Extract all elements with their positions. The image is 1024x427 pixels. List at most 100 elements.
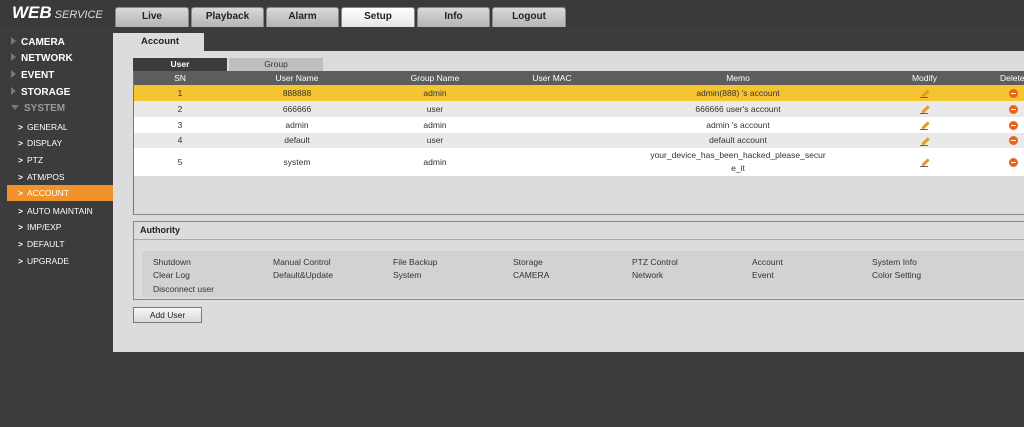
sidebar-item-label: EVENT [21, 70, 55, 81]
cell-sn: 5 [177, 157, 183, 167]
pencil-icon[interactable] [919, 135, 931, 147]
sidebar-item-system[interactable]: SYSTEM [0, 101, 113, 117]
tab-group[interactable]: Group [229, 58, 323, 71]
sidebar-item-imp-exp[interactable]: > IMP/EXP [7, 219, 113, 235]
delete-icon[interactable] [1008, 121, 1018, 131]
sidebar-item-default[interactable]: > DEFAULT [7, 236, 113, 252]
tab-user[interactable]: User [133, 58, 227, 71]
permission-item: CAMERA [513, 270, 550, 280]
cell-user-name: 888888 [282, 88, 312, 98]
table-header: SN User Name Group Name User MAC Memo Mo… [134, 71, 1024, 85]
memo-line-1: your_device_has_been_hacked_please_secur [650, 150, 826, 160]
sidebar-item-label: AUTO MAINTAIN [26, 206, 93, 216]
cell-user-name: system [283, 157, 311, 167]
authority-list: Shutdown Manual Control File Backup Stor… [142, 251, 1024, 297]
tab-logout[interactable]: Logout [492, 7, 566, 27]
pencil-icon[interactable] [919, 119, 931, 131]
tab-info[interactable]: Info [417, 7, 490, 27]
top-bar: WEB SERVICE Live Playback Alarm Setup Inf… [0, 0, 1024, 27]
chevron-right-icon: > [18, 206, 23, 216]
permission-item: Event [752, 270, 774, 280]
cell-user-name: default [284, 135, 310, 145]
cell-delete [1007, 117, 1019, 133]
cell-delete [1007, 85, 1019, 101]
sidebar-item-display[interactable]: > DISPLAY [7, 135, 113, 151]
sidebar-item-network[interactable]: NETWORK [0, 51, 113, 67]
cell-delete [1007, 101, 1019, 117]
tab-alarm[interactable]: Alarm [266, 7, 339, 27]
logo-service: SERVICE [54, 9, 103, 21]
triangle-right-icon [11, 70, 16, 78]
permission-item: Shutdown [153, 257, 191, 267]
sidebar-item-label: SYSTEM [24, 103, 66, 114]
chevron-right-icon: > [18, 222, 23, 232]
sidebar-item-label: ACCOUNT [26, 188, 69, 198]
sidebar-item-storage[interactable]: STORAGE [0, 85, 113, 101]
triangle-right-icon [11, 37, 16, 45]
tab-live[interactable]: Live [115, 7, 189, 27]
permission-item: Network [632, 270, 664, 280]
table-row[interactable]: 2 666666 user 666666 user's account [134, 101, 1024, 117]
permission-item: Storage [513, 257, 543, 267]
header-modify: Modify [911, 73, 938, 83]
cell-user-name: admin [285, 120, 309, 130]
sidebar-item-auto-maintain[interactable]: > AUTO MAINTAIN [7, 203, 113, 219]
cell-memo: admin 's account [706, 120, 770, 130]
sidebar-item-general[interactable]: > GENERAL [7, 119, 113, 135]
sidebar-item-atm-pos[interactable]: > ATM/POS [7, 169, 113, 185]
cell-group-name: user [426, 135, 444, 145]
cell-group-name: admin [423, 157, 447, 167]
cell-delete [1007, 133, 1019, 148]
cell-memo: admin(888) 's account [696, 88, 780, 98]
pencil-icon[interactable] [919, 156, 931, 168]
sidebar-item-account[interactable]: > ACCOUNT [7, 185, 113, 201]
table-row[interactable]: 1 888888 admin admin(888) 's account [134, 85, 1024, 101]
cell-user-name: 666666 [282, 104, 312, 114]
sidebar-item-upgrade[interactable]: > UPGRADE [7, 253, 113, 269]
permission-item: Disconnect user [153, 284, 214, 294]
pencil-icon[interactable] [919, 103, 931, 115]
sidebar-item-label: UPGRADE [26, 256, 70, 266]
permission-item: System Info [872, 257, 917, 267]
cell-memo: default account [709, 135, 767, 145]
header-sn: SN [174, 73, 186, 83]
sidebar-item-event[interactable]: EVENT [0, 68, 113, 84]
tab-setup[interactable]: Setup [341, 7, 415, 27]
sidebar-item-label: GENERAL [26, 122, 68, 132]
permission-item: Manual Control [273, 257, 331, 267]
header-user-mac: User MAC [532, 73, 572, 83]
chevron-right-icon: > [18, 138, 23, 148]
logo: WEB SERVICE [12, 3, 103, 23]
memo-line-2: e_it [731, 163, 745, 173]
table-row[interactable]: 5 system admin your_device_has_been_hack… [134, 148, 1024, 176]
cell-group-name: admin [423, 120, 447, 130]
table-row[interactable]: 4 default user default account [134, 133, 1024, 148]
permission-item: Account [752, 257, 783, 267]
cell-memo: 666666 user's account [695, 104, 781, 114]
tab-playback[interactable]: Playback [191, 7, 264, 27]
chevron-right-icon: > [18, 172, 23, 182]
sidebar-item-label: PTZ [26, 155, 44, 165]
delete-icon[interactable] [1008, 105, 1018, 115]
cell-group-name: admin [423, 88, 447, 98]
sidebar-item-label: CAMERA [21, 37, 65, 48]
chevron-right-icon: > [18, 239, 23, 249]
authority-title: Authority [140, 225, 180, 235]
add-user-button[interactable]: Add User [133, 307, 202, 323]
sidebar-item-ptz[interactable]: > PTZ [7, 152, 113, 168]
header-delete: Delete [1000, 73, 1024, 83]
triangle-right-icon [11, 53, 16, 61]
logo-web: WEB [12, 3, 52, 22]
chevron-right-icon: > [18, 122, 23, 132]
sidebar-item-camera[interactable]: CAMERA [0, 35, 113, 51]
pencil-icon[interactable] [919, 87, 931, 99]
delete-icon[interactable] [1008, 89, 1018, 99]
cell-sn: 1 [177, 88, 183, 98]
delete-icon[interactable] [1008, 158, 1018, 168]
header-memo: Memo [726, 73, 750, 83]
page-tab-account: Account [113, 33, 204, 51]
delete-icon[interactable] [1008, 136, 1018, 146]
triangle-down-icon [11, 105, 19, 110]
cell-sn: 3 [177, 120, 183, 130]
table-row[interactable]: 3 admin admin admin 's account [134, 117, 1024, 133]
